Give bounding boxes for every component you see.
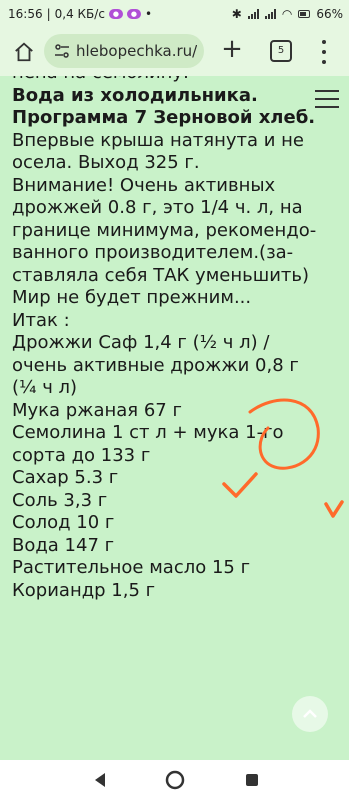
recipe-line: Вода из холодильника.	[12, 84, 258, 106]
recipe-line: Внимание! Очень активных	[12, 174, 276, 196]
recipe-line: Солод 10 г	[12, 512, 115, 533]
browser-menu-button[interactable]	[321, 40, 327, 64]
recipe-line: дрожжей 0.8 г, это 1/4 ч. л, на	[12, 197, 303, 218]
notification-icon: ●	[126, 9, 141, 19]
recipe-line: Сахар 5.3 г	[12, 467, 119, 488]
recipe-line: Растительное масло 15 г	[12, 557, 251, 578]
back-triangle-icon	[95, 773, 105, 787]
recipe-line: ванного производителем.(за-	[12, 242, 294, 263]
address-bar[interactable]: hlebopechka.ru/	[44, 34, 204, 68]
home-button[interactable]	[12, 40, 36, 64]
back-button[interactable]	[88, 768, 112, 792]
home-nav-button[interactable]	[163, 768, 187, 792]
recipe-line: Мир не будет прежним...	[12, 287, 252, 308]
recipe-line: Соль 3,3 г	[12, 489, 108, 511]
menu-dot-icon	[322, 40, 326, 44]
notification-icon: ●	[108, 9, 123, 19]
battery-icon	[298, 10, 311, 18]
site-menu-button[interactable]	[315, 90, 339, 108]
site-settings-icon[interactable]	[54, 43, 70, 59]
url-text: hlebopechka.ru/	[76, 42, 198, 60]
status-speed: 0,4 КБ/с	[54, 7, 105, 21]
recipe-line: Дрожжи Саф 1,4 г (½ ч л) /	[12, 332, 270, 353]
battery-percent: 66%	[316, 7, 343, 21]
status-separator: |	[46, 7, 51, 21]
recipe-line: Впервые крыша натянута и не	[12, 129, 304, 151]
status-bar: 16:56 | 0,4 КБ/с ● ● • ✱ ◠ 66%	[0, 0, 349, 28]
recipe-line: Вода 147 г	[12, 534, 115, 556]
hamburger-line	[315, 90, 339, 92]
new-tab-button[interactable]: +	[218, 36, 246, 64]
tab-switcher-button[interactable]: 5	[270, 40, 292, 62]
recipe-text: нена на семолину.Вода из холодильника.Пр…	[12, 76, 342, 602]
recipe-line: нена на семолину.	[12, 76, 342, 85]
signal-icon	[264, 9, 276, 19]
recipe-line: Кориандр 1,5 г	[12, 579, 156, 601]
recipe-line: осела. Выход 325 г.	[12, 152, 200, 173]
chevron-up-icon	[303, 709, 317, 718]
wifi-icon: ◠	[281, 7, 293, 21]
more-notifications-icon: •	[144, 7, 153, 21]
menu-dot-icon	[322, 60, 326, 64]
status-right: ✱ ◠ 66%	[232, 7, 343, 21]
recipe-line: очень активные дрожжи 0,8 г	[12, 354, 299, 376]
home-circle-icon	[165, 770, 185, 790]
scroll-to-top-button[interactable]	[292, 696, 328, 732]
hamburger-line	[315, 98, 339, 100]
status-time: 16:56	[8, 7, 43, 21]
recipe-line: Семолина 1 ст л + мука 1-го	[12, 422, 284, 443]
recipe-line: ставляла себя ТАК уменьшить)	[12, 264, 310, 286]
browser-toolbar: hlebopechka.ru/ + 5	[0, 28, 349, 76]
recipe-line: сорта до 133 г	[12, 444, 151, 466]
recipe-line: Программа 7 Зерновой хлеб.	[12, 107, 316, 128]
page-content[interactable]: нена на семолину.Вода из холодильника.Пр…	[0, 76, 349, 760]
system-navigation-bar	[0, 760, 349, 800]
recent-apps-button[interactable]	[240, 768, 264, 792]
home-icon	[15, 42, 33, 62]
status-left: 16:56 | 0,4 КБ/с ● ● •	[8, 7, 152, 21]
recipe-line: Мука ржаная 67 г	[12, 399, 182, 421]
square-icon	[246, 774, 258, 786]
signal-icon	[247, 9, 259, 19]
recipe-line: Итак :	[12, 309, 70, 331]
menu-dot-icon	[322, 50, 326, 54]
recipe-line: (¼ ч л)	[12, 377, 78, 398]
hamburger-line	[315, 106, 339, 108]
bluetooth-icon: ✱	[231, 7, 242, 21]
recipe-line: границе минимума, рекомендо-	[12, 219, 317, 241]
